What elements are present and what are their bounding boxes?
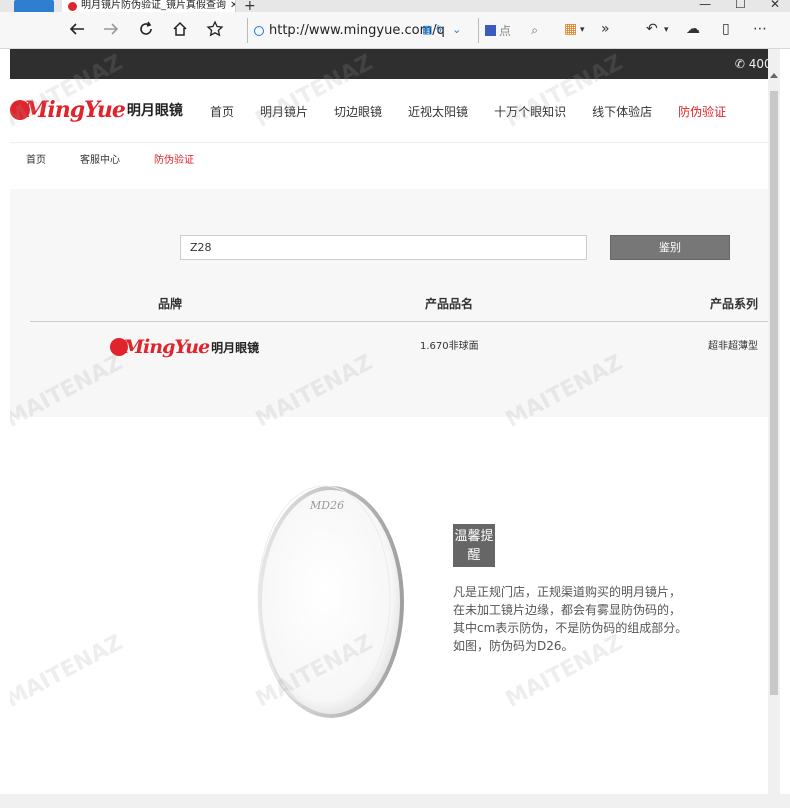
maximize-button[interactable]: ☐: [735, 0, 746, 11]
window-bottom-border: [0, 794, 790, 808]
address-url: http://www.mingyue.com/q: [269, 23, 445, 38]
brand-text-cn: 明月眼镜: [211, 340, 260, 355]
tab-favicon-icon: [68, 1, 77, 11]
more-icon[interactable]: ⋯: [753, 21, 767, 37]
address-tools-icon[interactable]: ▦ϟ ⌄: [422, 23, 464, 36]
window-border: [780, 49, 790, 808]
refresh-icon[interactable]: [137, 20, 155, 43]
notice-line: 在未加工镜片边缘，都会有雾显防伪码的，: [453, 603, 682, 617]
brand-text-en: MingYue: [123, 336, 210, 358]
undo-dropdown-icon[interactable]: ▾: [664, 25, 669, 35]
reminder-badge: 温馨提醒: [453, 524, 495, 567]
nav-offline-stores[interactable]: 线下体验店: [592, 103, 652, 120]
notice-text: 凡是正规门店，正规渠道购买的明月镜片， 在未加工镜片边缘，都会有雾显防伪码的， …: [453, 583, 713, 655]
nav-mingyue-lenses[interactable]: 明月镜片: [260, 103, 308, 120]
close-window-button[interactable]: ✕: [770, 0, 780, 11]
logo-text-en: MingYue: [24, 97, 126, 123]
result-product: 1.670非球面: [420, 341, 479, 352]
search-icon[interactable]: ⌕: [531, 23, 538, 38]
promo-section: 温馨提醒 凡是正规门店，正规渠道购买的明月镜片， 在未加工镜片边缘，都会有雾显防…: [10, 417, 768, 794]
notice-line: 凡是正规门店，正规渠道购买的明月镜片，: [453, 585, 682, 599]
table-divider: [30, 321, 768, 322]
breadcrumb-service[interactable]: 客服中心: [80, 151, 120, 166]
apps-dropdown-icon[interactable]: ▾: [580, 25, 585, 35]
home-icon[interactable]: [171, 20, 189, 43]
site-topbar: ✆ 400-: [10, 49, 768, 79]
apps-icon[interactable]: ▦: [564, 21, 577, 37]
search-box[interactable]: 点 ⌕: [478, 18, 544, 43]
nav-rimless-glasses[interactable]: 切边眼镜: [334, 103, 382, 120]
reminder-title: 温馨提醒: [454, 529, 494, 563]
notice-line: 其中cm表示防伪，不是防伪码的组成部分。: [453, 621, 688, 635]
column-header-series: 产品系列: [710, 297, 759, 311]
vertical-scrollbar[interactable]: [768, 49, 780, 794]
lens-label: MD26: [310, 499, 345, 512]
result-brand-logo: MingYue 明月眼镜: [110, 336, 259, 358]
phone-number: ✆ 400-: [735, 57, 768, 71]
breadcrumb-current: 防伪验证: [154, 155, 194, 166]
code-input[interactable]: [180, 235, 587, 260]
notice-line: 如图，防伪码为D26。: [453, 639, 574, 653]
cloud-icon[interactable]: ☁: [686, 21, 700, 37]
globe-icon: [254, 25, 264, 36]
site-header: MingYue 明月眼镜 首页 明月镜片 切边眼镜 近视太阳镜 十万个眼知识 线…: [10, 79, 768, 143]
favorite-icon[interactable]: [206, 20, 224, 43]
forward-icon[interactable]: [102, 20, 120, 43]
undo-icon[interactable]: ↶: [646, 21, 658, 37]
site-logo[interactable]: MingYue 明月眼镜: [10, 97, 183, 123]
window-controls: — ☐ ✕: [699, 0, 780, 11]
browser-navbar: http://www.mingyue.com/q ▦ϟ ⌄ 点 ⌕ ▦ ▾ » …: [0, 12, 790, 49]
back-icon[interactable]: [68, 20, 86, 43]
verify-button[interactable]: 鉴别: [610, 235, 730, 260]
main-nav: 首页 明月镜片 切边眼镜 近视太阳镜 十万个眼知识 线下体验店 防伪验证: [210, 103, 752, 120]
breadcrumb-home[interactable]: 首页: [26, 151, 46, 166]
minimize-button[interactable]: —: [699, 0, 711, 11]
column-header-product: 产品品名: [425, 297, 474, 311]
page-viewport: ✆ 400- MingYue 明月眼镜 首页 明月镜片 切边眼镜 近视太阳镜 十…: [10, 49, 768, 794]
column-header-brand: 品牌: [158, 297, 183, 311]
logo-text-cn: 明月眼镜: [126, 103, 183, 119]
tab-title: 明月镜片防伪验证_镜片真假查询: [81, 0, 226, 11]
more-extensions-button[interactable]: »: [601, 21, 610, 37]
scroll-thumb[interactable]: [770, 91, 778, 695]
tab-close-icon[interactable]: ✕: [230, 1, 235, 11]
scroll-up-icon[interactable]: [770, 73, 778, 78]
search-placeholder: 点: [499, 24, 512, 38]
nav-myopia-sunglasses[interactable]: 近视太阳镜: [408, 103, 468, 120]
search-engine-icon: [485, 25, 496, 36]
device-icon[interactable]: ▯: [722, 21, 730, 37]
breadcrumb: 首页 客服中心 防伪验证: [26, 151, 228, 166]
phone-text: 400-: [748, 57, 768, 71]
phone-icon: ✆: [734, 57, 745, 71]
nav-eye-knowledge[interactable]: 十万个眼知识: [494, 103, 566, 120]
nav-anti-counterfeit[interactable]: 防伪验证: [678, 103, 726, 120]
result-series: 超非超薄型: [708, 341, 758, 352]
browser-tab[interactable]: 明月镜片防伪验证_镜片真假查询 ✕: [62, 0, 236, 12]
verify-section: 鉴别 品牌 产品品名 产品系列 MingYue 明月眼镜 1.670非球面 超非…: [10, 189, 768, 417]
nav-home[interactable]: 首页: [210, 103, 234, 120]
